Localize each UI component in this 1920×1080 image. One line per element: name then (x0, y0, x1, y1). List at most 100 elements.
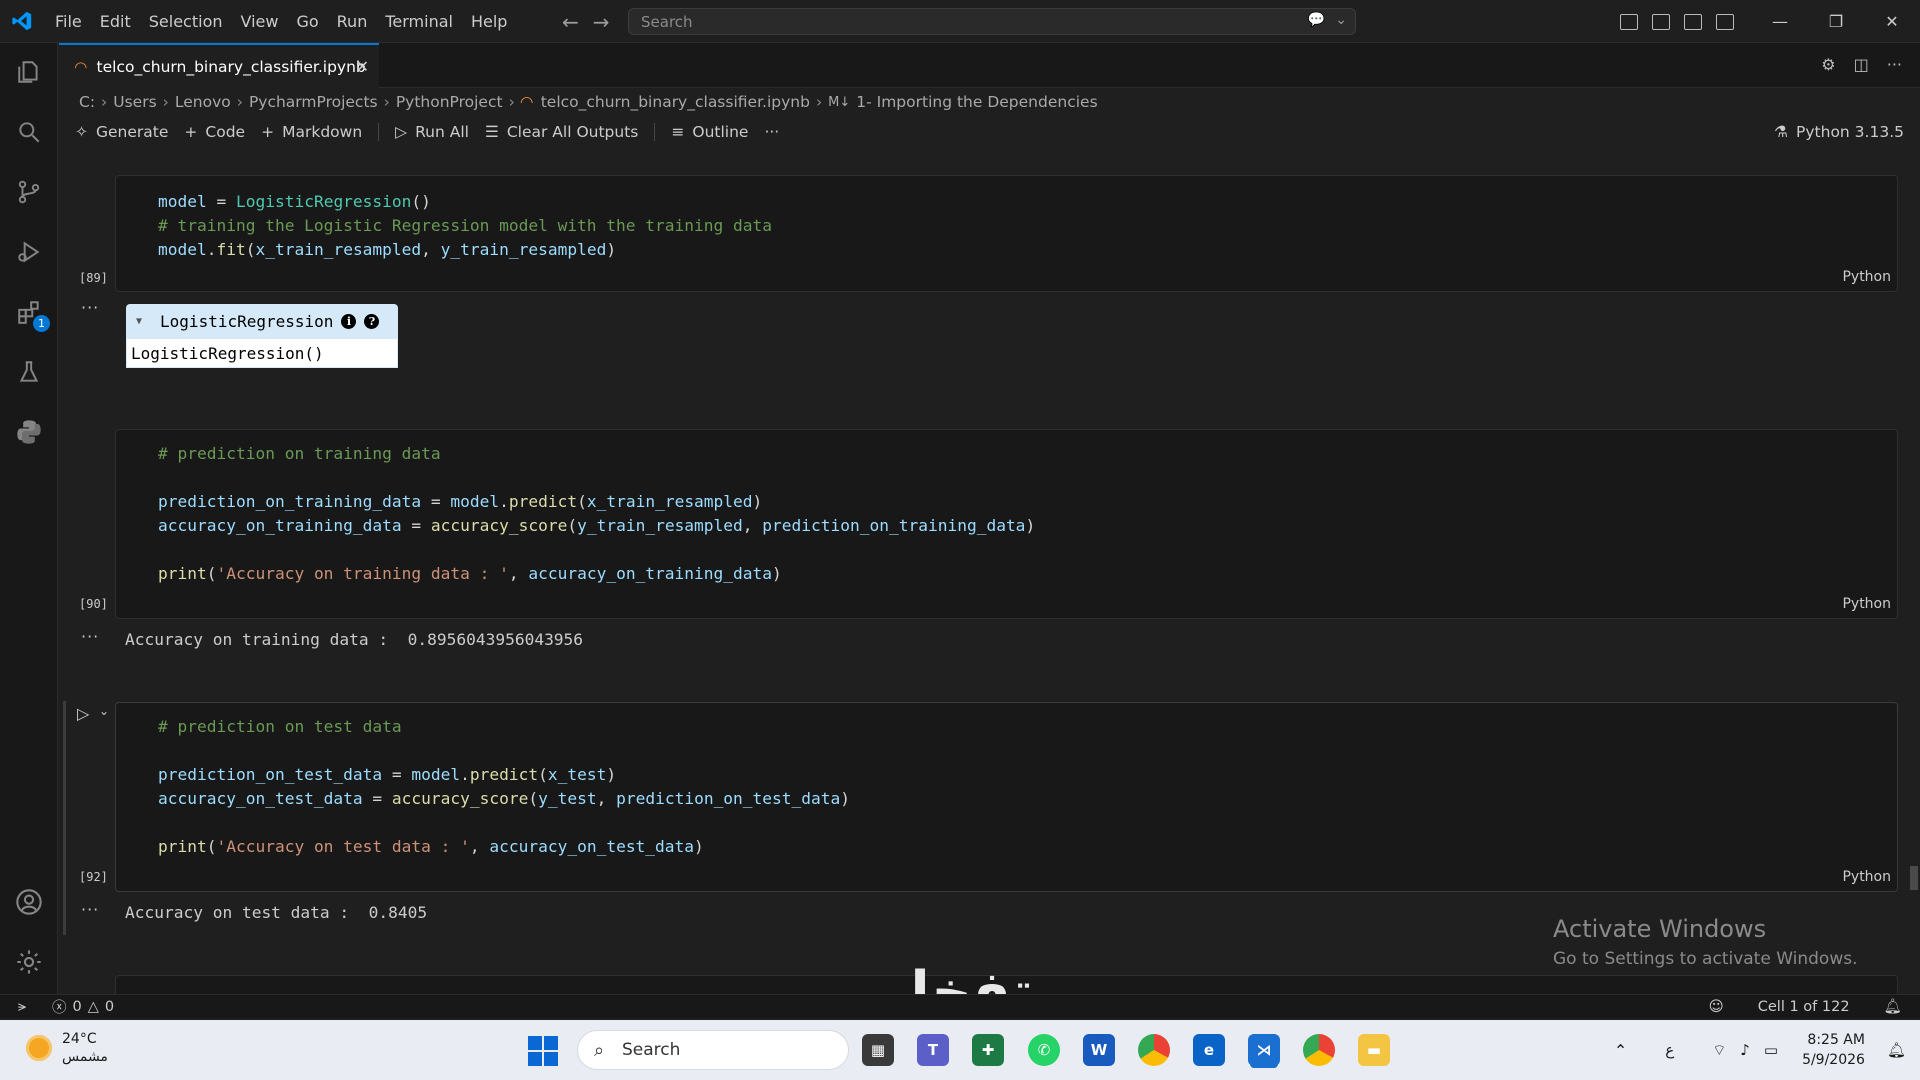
copilot-chat-icon[interactable]: 💬 (1308, 12, 1325, 28)
cell-language[interactable]: Python (1842, 869, 1891, 885)
command-center-placeholder: Search (641, 12, 693, 31)
explorer-icon[interactable] (14, 57, 44, 87)
close-window-icon[interactable]: ✕ (1864, 0, 1920, 43)
output-more-icon[interactable]: ··· (81, 627, 99, 646)
settings-gear-icon[interactable] (14, 947, 44, 977)
restore-icon[interactable]: ❐ (1808, 0, 1864, 43)
problems-indicator[interactable]: ⓧ 0 △ 0 (52, 996, 114, 1017)
breadcrumb-drive[interactable]: C: (79, 93, 95, 111)
back-arrow-icon[interactable]: ← (562, 10, 579, 34)
menu-terminal[interactable]: Terminal (376, 0, 462, 43)
chevron-down-icon[interactable]: ⌄ (99, 704, 109, 718)
edge-icon[interactable]: e (1193, 1034, 1225, 1066)
menu-run[interactable]: Run (328, 0, 377, 43)
breadcrumb-pycharmprojects[interactable]: PycharmProjects (249, 93, 378, 111)
notifications-bell-icon[interactable]: 🔔︎ (1884, 998, 1902, 1015)
cell-position[interactable]: Cell 1 of 122 (1758, 999, 1850, 1015)
add-markdown-cell-button[interactable]: + Markdown (261, 123, 362, 141)
info-icon[interactable]: i (341, 313, 357, 329)
sklearn-estimator-widget[interactable]: ▼ LogisticRegression i ? LogisticRegress… (126, 304, 398, 368)
markdown-label: Markdown (282, 123, 363, 141)
taskbar-search[interactable]: ⌕ Search (577, 1030, 849, 1070)
code-cell[interactable]: model = LogisticRegression() # training … (115, 175, 1898, 292)
generate-button[interactable]: ✧ Generate (75, 123, 168, 141)
testing-icon[interactable] (14, 357, 44, 387)
sparkle-icon: ✧ (75, 123, 88, 141)
split-editor-icon[interactable]: ◫ (1854, 55, 1869, 74)
toggle-secondary-sidebar-icon[interactable] (1716, 13, 1734, 30)
windows-start-icon[interactable] (528, 1036, 558, 1066)
cell-code[interactable]: # prediction on test data prediction_on_… (158, 715, 850, 859)
volume-icon[interactable]: ♪ (1740, 1041, 1750, 1059)
search-icon[interactable] (14, 117, 44, 147)
customize-layout-icon[interactable] (1620, 13, 1638, 30)
wifi-icon[interactable]: ⌔ (1712, 1041, 1726, 1060)
toolbar-more-icon[interactable]: ··· (764, 123, 779, 141)
breadcrumb-file[interactable]: telco_churn_binary_classifier.ipynb (541, 93, 810, 111)
chrome-profile-icon[interactable] (1303, 1034, 1335, 1066)
word-icon[interactable]: W (1083, 1034, 1115, 1066)
menu-selection[interactable]: Selection (140, 0, 232, 43)
extensions-icon[interactable]: 1 (14, 297, 50, 332)
menu-view[interactable]: View (232, 0, 288, 43)
clock[interactable]: 8:25 AM 5/9/2026 (1802, 1030, 1865, 1070)
whatsapp-icon[interactable]: ✆ (1028, 1034, 1060, 1066)
code-cell[interactable]: # prediction on test data prediction_on_… (115, 702, 1898, 892)
source-control-icon[interactable] (14, 177, 44, 207)
help-icon[interactable]: ? (364, 313, 380, 329)
command-center-search[interactable]: Search 💬 ⌄ (628, 8, 1356, 35)
warning-count: 0 (104, 998, 115, 1015)
forward-arrow-icon[interactable]: → (593, 10, 610, 34)
run-all-button[interactable]: ▷ Run All (395, 123, 469, 141)
run-debug-icon[interactable] (14, 237, 44, 267)
clear-outputs-icon: ☰ (484, 123, 499, 141)
teams-icon[interactable]: T (917, 1034, 949, 1066)
output-more-icon[interactable]: ··· (81, 298, 99, 317)
chevron-down-icon[interactable]: ⌄ (1335, 12, 1347, 28)
accounts-icon[interactable] (14, 887, 44, 917)
tab-notebook[interactable]: ◠ telco_churn_binary_classifier.ipynb ✕ (59, 43, 379, 88)
outline-button[interactable]: ≡ Outline (671, 123, 748, 141)
breadcrumb-pythonproject[interactable]: PythonProject (396, 93, 503, 111)
toggle-primary-sidebar-icon[interactable] (1652, 13, 1670, 30)
chrome-icon[interactable] (1138, 1034, 1170, 1066)
code-cell[interactable]: # prediction on training data prediction… (115, 429, 1898, 619)
notifications-icon[interactable]: 🔔︎ (1887, 1041, 1906, 1059)
breadcrumb-users[interactable]: Users (113, 93, 156, 111)
output-more-icon[interactable]: ··· (81, 900, 99, 919)
estimator-header[interactable]: ▼ LogisticRegression i ? (126, 304, 398, 338)
cell-output: Accuracy on test data : 0.8405 (125, 903, 428, 922)
menu-go[interactable]: Go (287, 0, 327, 43)
activate-windows-watermark: Activate Windows Go to Settings to activ… (1553, 915, 1858, 969)
input-language[interactable]: ع (1665, 1041, 1674, 1059)
notebook-settings-icon[interactable]: ⚙ (1821, 55, 1835, 74)
weather-widget[interactable]: 24°C مشمس (26, 1030, 108, 1066)
toggle-panel-icon[interactable] (1684, 13, 1702, 30)
copilot-status-icon[interactable]: ☺ (1709, 999, 1724, 1015)
excel-like-icon[interactable]: ✚ (972, 1034, 1004, 1066)
minimize-icon[interactable]: — (1752, 0, 1808, 43)
scrollbar-thumb[interactable] (1910, 866, 1918, 890)
python-icon[interactable] (14, 417, 44, 447)
breadcrumb-section[interactable]: 1- Importing the Dependencies (856, 93, 1097, 111)
clear-all-outputs-button[interactable]: ☰ Clear All Outputs (485, 123, 638, 141)
remote-indicator-icon[interactable]: ⪫ (0, 999, 44, 1015)
menu-edit[interactable]: Edit (91, 0, 140, 43)
file-explorer-icon[interactable]: ▬ (1358, 1034, 1390, 1066)
cell-code[interactable]: model = LogisticRegression() # training … (158, 190, 772, 262)
chevron-up-icon[interactable]: ⌃ (1614, 1041, 1627, 1060)
cell-language[interactable]: Python (1842, 596, 1891, 612)
more-actions-icon[interactable]: ··· (1887, 55, 1902, 74)
kernel-picker[interactable]: ⚗ Python 3.13.5 (1774, 118, 1904, 146)
breadcrumb-lenovo[interactable]: Lenovo (175, 93, 231, 111)
close-icon[interactable]: ✕ (356, 57, 369, 76)
menu-help[interactable]: Help (462, 0, 516, 43)
menu-file[interactable]: File (46, 0, 91, 43)
run-cell-icon[interactable]: ▷ (77, 704, 89, 723)
task-view-icon[interactable]: ▦ (862, 1034, 894, 1066)
add-code-cell-button[interactable]: + Code (184, 123, 245, 141)
vscode-taskbar-icon[interactable]: ⋊ (1248, 1034, 1280, 1066)
cell-language[interactable]: Python (1842, 269, 1891, 285)
battery-icon[interactable]: ▭ (1764, 1041, 1778, 1059)
cell-code[interactable]: # prediction on training data prediction… (158, 442, 1035, 586)
